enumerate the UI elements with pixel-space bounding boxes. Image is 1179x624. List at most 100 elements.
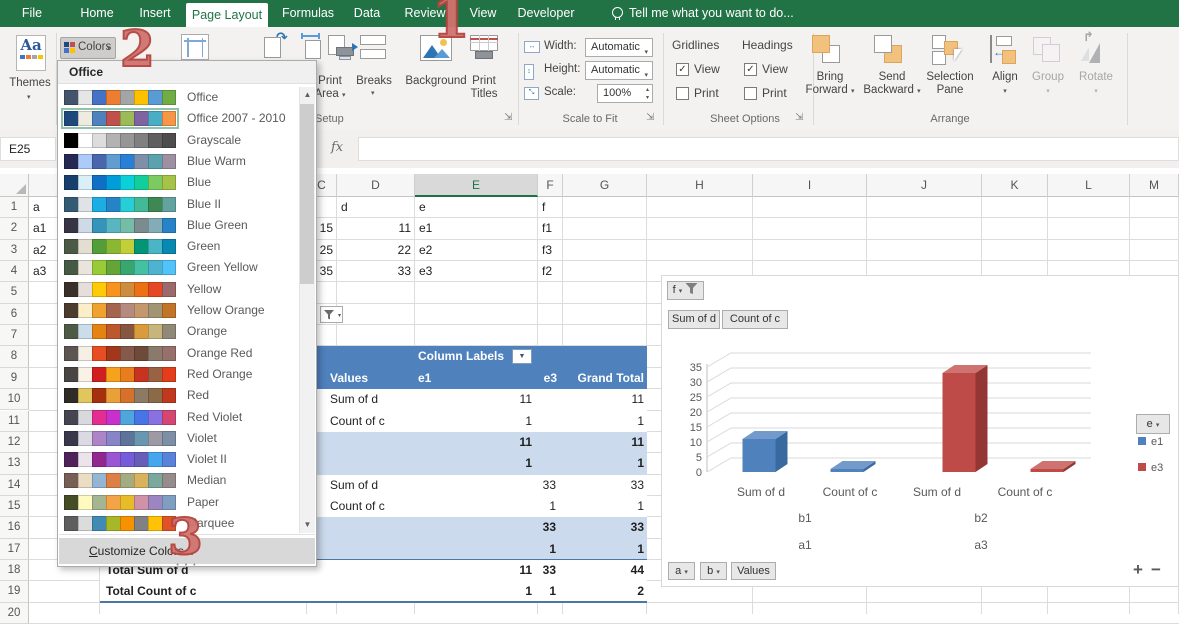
pivot-chart[interactable]: f ▾ Sum of d Count of c 05101520253035Su… (661, 275, 1179, 587)
pivot-value-total[interactable]: 1 (560, 414, 644, 428)
selection-pane-icon[interactable] (932, 35, 968, 65)
formula-input[interactable] (358, 137, 1179, 161)
gridlines-print-checkbox[interactable] (676, 87, 689, 100)
chart-legend-field-button[interactable]: e ▾ (1136, 414, 1170, 434)
pivot-value-total[interactable]: 1 (560, 499, 644, 513)
tab-developer[interactable]: Developer (514, 0, 578, 27)
width-dropdown[interactable]: Automatic▾ (585, 38, 653, 57)
tab-home[interactable]: Home (72, 0, 122, 27)
tell-me-box[interactable]: Tell me what you want to do... (612, 0, 794, 27)
send-backward-button[interactable]: SendBackward ▾ (860, 71, 924, 98)
cell-F1[interactable]: f (542, 200, 559, 214)
headings-view-checkbox[interactable]: ✓ (744, 63, 757, 76)
spinner-icon[interactable]: ▴▾ (646, 86, 649, 102)
bar-e3-Count-of-c[interactable] (1031, 461, 1076, 472)
pivot-row-label[interactable]: Count of c (330, 499, 385, 513)
column-header-E[interactable]: E (415, 174, 538, 197)
row-header-10[interactable]: 10 (0, 389, 29, 410)
column-header-L[interactable]: L (1048, 174, 1130, 197)
height-dropdown[interactable]: Automatic▾ (585, 61, 653, 80)
pivot-value-e3[interactable]: 33 (480, 563, 556, 577)
pivot-value-total[interactable]: 44 (560, 563, 644, 577)
pivot-row-label[interactable]: Total Count of c (106, 584, 196, 598)
margins-button[interactable] (181, 34, 209, 60)
bar-e1-Count-of-c[interactable] (831, 461, 876, 472)
row-header-1[interactable]: 1 (0, 197, 29, 218)
page-setup-launcher-icon[interactable]: ⇲ (504, 112, 512, 123)
legend-item-e1[interactable]: e1 (1138, 436, 1163, 448)
scrollbar-down-button[interactable]: ▼ (299, 517, 315, 533)
row-header-8[interactable]: 8 (0, 346, 29, 367)
fx-icon[interactable]: fx (331, 140, 343, 155)
cell-F4[interactable]: f2 (542, 264, 559, 278)
column-header-H[interactable]: H (647, 174, 753, 197)
row-header-3[interactable]: 3 (0, 240, 29, 261)
cell-F3[interactable]: f3 (542, 243, 559, 257)
pivot-value-total[interactable]: 2 (560, 584, 644, 598)
select-all-corner[interactable] (0, 174, 29, 197)
row-header-16[interactable]: 16 (0, 517, 29, 538)
pivot-row-label[interactable]: Sum of d (330, 392, 378, 406)
selection-pane-button[interactable]: SelectionPane (922, 71, 978, 97)
color-scheme-median[interactable]: Median (58, 470, 298, 491)
color-scheme-office-2007-2010[interactable]: Office 2007 - 2010 (58, 108, 298, 129)
align-button[interactable]: Align▾ (985, 71, 1025, 98)
pivot-row-label[interactable]: Sum of d (330, 478, 378, 492)
color-scheme-violet-ii[interactable]: Violet II (58, 449, 298, 470)
column-header-I[interactable]: I (753, 174, 867, 197)
cell-D1[interactable]: d (341, 200, 411, 214)
scrollbar-up-button[interactable]: ▲ (299, 87, 315, 103)
name-box[interactable]: E25 (0, 137, 56, 161)
color-scheme-orange[interactable]: Orange (58, 321, 298, 342)
headings-print-checkbox[interactable] (744, 87, 757, 100)
row-header-18[interactable]: 18 (0, 560, 29, 581)
tab-formulas[interactable]: Formulas (280, 0, 336, 27)
send-backward-icon[interactable] (874, 35, 910, 65)
column-header-G[interactable]: G (563, 174, 647, 197)
column-header-K[interactable]: K (982, 174, 1048, 197)
color-scheme-orange-red[interactable]: Orange Red (58, 343, 298, 364)
color-scheme-blue[interactable]: Blue (58, 172, 298, 193)
chart-zoom-in-button[interactable]: + (1133, 560, 1143, 580)
pivot-value-e3[interactable]: 1 (480, 499, 556, 513)
cell-E2[interactable]: e1 (419, 221, 534, 235)
pivot-value-total[interactable]: 33 (560, 478, 644, 492)
color-scheme-blue-warm[interactable]: Blue Warm (58, 151, 298, 172)
color-scheme-green-yellow[interactable]: Green Yellow (58, 257, 298, 278)
row-header-7[interactable]: 7 (0, 325, 29, 346)
pivot-value-total[interactable]: 1 (560, 456, 644, 470)
color-scheme-blue-green[interactable]: Blue Green (58, 215, 298, 236)
pivot-column-labels-filter-button[interactable]: ▼ (512, 349, 532, 364)
pivot-value-e1[interactable]: 11 (420, 435, 532, 449)
color-scheme-yellow[interactable]: Yellow (58, 279, 298, 300)
row-header-4[interactable]: 4 (0, 261, 29, 282)
align-icon[interactable]: ← (988, 35, 1022, 65)
column-header-M[interactable]: M (1130, 174, 1179, 197)
row-header-14[interactable]: 14 (0, 475, 29, 496)
pivot-value-e3[interactable]: 33 (480, 478, 556, 492)
chart-zoom-out-button[interactable]: − (1151, 560, 1161, 580)
row-header-19[interactable]: 19 (0, 581, 29, 602)
row-header-12[interactable]: 12 (0, 432, 29, 453)
scale-spinner[interactable]: 100% ▴▾ (597, 84, 653, 103)
tab-file[interactable]: File (8, 0, 56, 27)
pivot-value-total[interactable]: 33 (560, 520, 644, 534)
row-header-11[interactable]: 11 (0, 411, 29, 432)
column-header-D[interactable]: D (337, 174, 415, 197)
color-scheme-green[interactable]: Green (58, 236, 298, 257)
chart-values-button[interactable]: Values (731, 562, 776, 580)
color-scheme-blue-ii[interactable]: Blue II (58, 194, 298, 215)
cell-D2[interactable]: 11 (341, 221, 411, 235)
tab-page-layout[interactable]: Page Layout (186, 3, 268, 27)
bar-e3-Sum-of-d[interactable] (943, 365, 988, 472)
row-header-15[interactable]: 15 (0, 496, 29, 517)
size-button[interactable] (299, 33, 329, 60)
bring-forward-button[interactable]: BringForward ▾ (800, 71, 860, 98)
cell-E3[interactable]: e2 (419, 243, 534, 257)
tab-data[interactable]: Data (344, 0, 390, 27)
pivot-value-total[interactable]: 1 (560, 542, 644, 556)
pivot-page-filter-button[interactable]: ▾ (320, 306, 343, 323)
column-header-F[interactable]: F (538, 174, 563, 197)
cell-D4[interactable]: 33 (341, 264, 411, 278)
row-header-2[interactable]: 2 (0, 218, 29, 239)
